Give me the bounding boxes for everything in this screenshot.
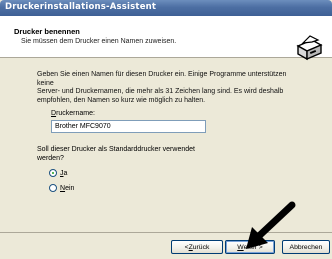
intro-line: empfohlen, den Namen so kurz wie möglich… <box>37 96 206 104</box>
intro-line: Geben Sie einen Namen für diesen Drucker… <box>37 71 287 87</box>
radio-yes[interactable]: Ja <box>49 168 67 178</box>
window-title: Druckerinstallations-Assistent <box>5 2 157 12</box>
label-text: ein <box>65 184 75 192</box>
intro-text: Geben Sie einen Namen für diesen Drucker… <box>37 71 302 105</box>
wizard-header: Drucker benennen Sie müssen dem Drucker … <box>0 16 332 61</box>
radio-no[interactable]: Nein <box>49 183 74 193</box>
printer-name-label: Druckername: <box>51 110 95 117</box>
page-title: Drucker benennen <box>14 27 80 36</box>
printer-name-input[interactable]: Brother MFC9070 <box>51 120 206 133</box>
page-subtitle: Sie müssen dem Drucker einen Namen zuwei… <box>21 38 177 45</box>
pointer-arrow-icon <box>246 201 296 249</box>
radio-button-checked[interactable] <box>49 169 57 177</box>
radio-yes-label[interactable]: Ja <box>60 170 67 177</box>
radio-no-label[interactable]: Nein <box>60 185 74 192</box>
radio-button-unchecked[interactable] <box>49 184 57 192</box>
intro-line: Server- und Druckernamen, die mehr als 3… <box>37 88 284 95</box>
label-text: a <box>63 169 68 177</box>
default-printer-question: Soll dieser Drucker als Standarddrucker … <box>37 146 237 163</box>
title-bar[interactable]: Druckerinstallations-Assistent <box>0 0 332 16</box>
question-line: Soll dieser Drucker als Standarddrucker … <box>37 146 195 153</box>
back-button[interactable]: < Zurück <box>171 240 223 254</box>
button-label: urück <box>192 243 210 251</box>
wizard-window: Druckerinstallations-Assistent Drucker b… <box>0 0 332 259</box>
printer-icon <box>296 35 323 61</box>
label-text: ruckername: <box>56 110 95 117</box>
question-line: werden? <box>37 154 64 162</box>
